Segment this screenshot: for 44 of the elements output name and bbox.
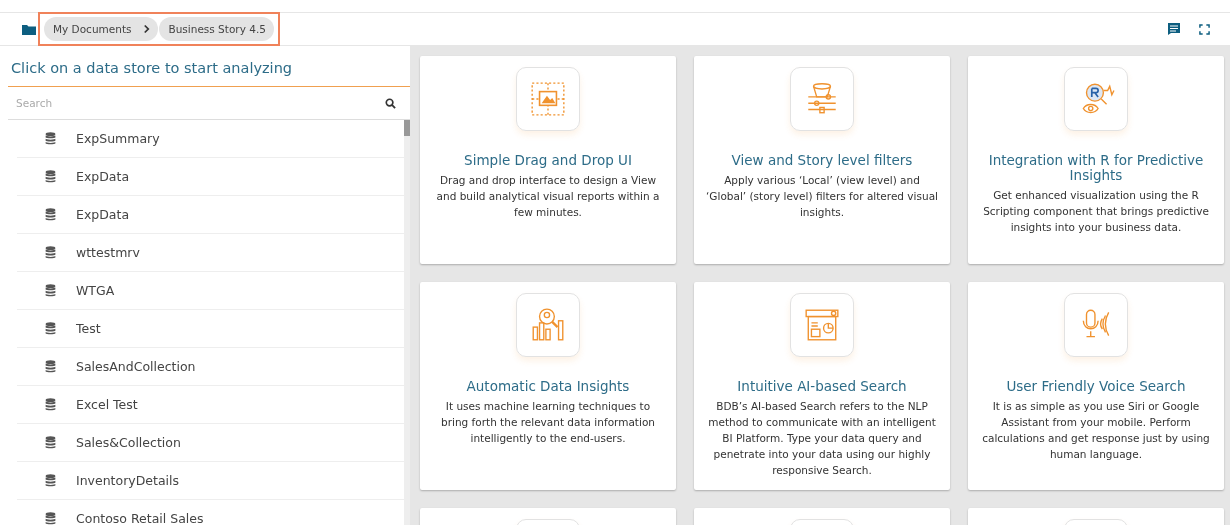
search-field[interactable]: Search [14,96,385,110]
list-item[interactable]: WTGA [17,272,404,310]
database-icon [45,436,56,449]
database-icon [45,398,56,411]
list-item[interactable]: SalesAndCollection [17,348,404,386]
card-title: Simple Drag and Drop UI [464,153,632,168]
card-description: It uses machine learning techniques to bring forth the relevant data information intelligently to the end-users. [440,399,656,446]
list-item[interactable]: ExpSummary [17,120,404,158]
breadcrumb-item[interactable]: Business Story 4.5 [159,17,274,41]
list-item[interactable]: ExpData [17,196,404,234]
chevron-icon [143,24,151,34]
list-item[interactable]: Sales&Collection [17,424,404,462]
list-item[interactable]: wttestmrv [17,234,404,272]
database-icon [45,208,56,221]
folder-icon[interactable] [22,23,36,35]
list-item[interactable]: ExpData [17,158,404,196]
breadcrumb-item[interactable]: My Documents [44,17,159,41]
card-title: Integration with R for Predictive Insights [987,153,1205,183]
list-item[interactable]: InventoryDetails [17,462,404,500]
card-description: Get enhanced visualization using the R Scripting component that brings predictive insights into your business data. [982,188,1210,235]
database-icon [45,474,56,487]
comment-icon[interactable] [1167,22,1181,36]
panel-title: Click on a data store to start analyzing [8,46,410,87]
card-description: Drag and drop interface to design a View and build analytical visual reports within a few minutes. [435,173,661,220]
database-icon [45,360,56,373]
database-icon [45,322,56,335]
card-title: Intuitive AI-based Search [737,379,907,394]
list-item[interactable]: Excel Test [17,386,404,424]
database-icon [45,512,56,525]
card-title: View and Story level filters [731,153,913,168]
scrollbar-thumb[interactable] [404,120,410,136]
database-icon [45,132,56,145]
database-icon [45,170,56,183]
grid-image-icon [529,80,567,118]
card-description: Apply various ‘Local’ (view level) and ‘Global’ (story level) filters for altered visual insights. [706,173,938,220]
database-icon [45,246,56,259]
card-description: BDB’s AI-based Search refers to the NLP method to communicate with an intelligent BI Platform. Type your data query and penetrate into your data using our highly responsive Search. [707,399,937,478]
card-title: User Friendly Voice Search [1006,379,1186,394]
database-icon [45,284,56,297]
fullscreen-icon[interactable] [1199,23,1210,35]
list-item[interactable]: Test [17,310,404,348]
card-title: Automatic Data Insights [466,379,630,394]
card-description: It is as simple as you use Siri or Google Assistant from your mobile. Perform calculations and get response just by using human language. [981,399,1211,462]
search-icon[interactable] [385,97,396,109]
